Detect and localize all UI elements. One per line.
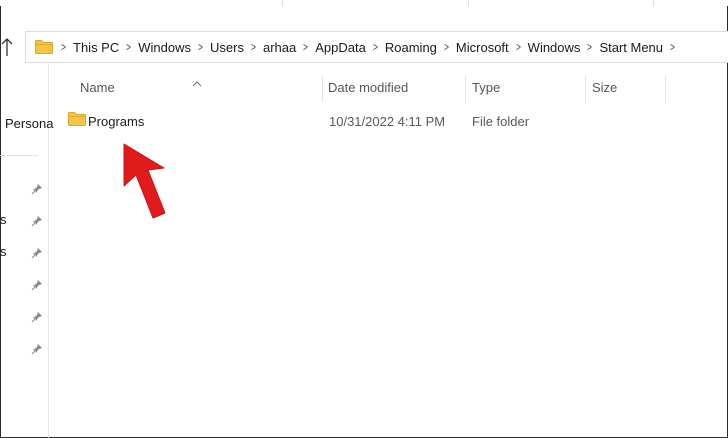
- breadcrumb-item[interactable]: Users: [204, 40, 250, 55]
- breadcrumb-item[interactable]: Microsoft: [450, 40, 515, 55]
- nav-item-truncated[interactable]: s: [0, 244, 7, 259]
- column-divider[interactable]: [665, 76, 666, 102]
- column-divider[interactable]: [585, 76, 586, 102]
- tab-divider: [468, 0, 469, 6]
- chevron-right-icon[interactable]: >: [670, 40, 675, 54]
- breadcrumb-item[interactable]: arhaa: [257, 40, 302, 55]
- file-date-modified: 10/31/2022 4:11 PM: [329, 114, 446, 129]
- file-row[interactable]: Programs 10/31/2022 4:11 PM File folder: [60, 108, 728, 134]
- column-header-date-modified[interactable]: Date modified: [328, 80, 408, 100]
- chevron-right-icon[interactable]: >: [61, 40, 66, 54]
- chevron-right-icon[interactable]: >: [587, 40, 592, 54]
- column-header-name[interactable]: Name: [80, 80, 115, 100]
- tab-divider: [653, 0, 654, 6]
- chevron-right-icon[interactable]: >: [126, 40, 131, 54]
- nav-item-truncated[interactable]: s: [0, 212, 7, 227]
- chevron-right-icon[interactable]: >: [373, 40, 378, 54]
- nav-item-personal[interactable]: Persona: [5, 116, 53, 131]
- pin-icon[interactable]: [31, 214, 43, 227]
- chevron-right-icon[interactable]: >: [198, 40, 203, 54]
- address-bar[interactable]: > This PC > Windows > Users > arhaa > Ap…: [25, 31, 728, 63]
- breadcrumb-item[interactable]: Start Menu: [593, 40, 669, 55]
- up-arrow-icon[interactable]: [0, 36, 16, 60]
- chevron-right-icon[interactable]: >: [444, 40, 449, 54]
- folder-icon: [68, 112, 86, 131]
- breadcrumb-item[interactable]: Windows: [132, 40, 197, 55]
- breadcrumb-item[interactable]: Roaming: [379, 40, 443, 55]
- breadcrumb-item[interactable]: AppData: [309, 40, 372, 55]
- pin-icon[interactable]: [31, 246, 43, 259]
- nav-divider: [0, 155, 38, 156]
- pin-icon[interactable]: [31, 342, 43, 355]
- column-divider[interactable]: [465, 76, 466, 102]
- pin-icon[interactable]: [31, 310, 43, 323]
- chevron-right-icon[interactable]: >: [303, 40, 308, 54]
- column-header-size[interactable]: Size: [592, 80, 617, 100]
- sort-ascending-icon: [192, 74, 202, 92]
- folder-icon: [35, 40, 53, 59]
- file-name[interactable]: Programs: [88, 114, 144, 129]
- breadcrumb: > This PC > Windows > Users > arhaa > Ap…: [60, 32, 676, 62]
- column-divider[interactable]: [322, 76, 323, 102]
- tab-divider: [282, 0, 283, 6]
- red-pointer-arrow-icon: [118, 140, 170, 229]
- chevron-right-icon[interactable]: >: [516, 40, 521, 54]
- tab-strip: [0, 0, 728, 6]
- column-header-type[interactable]: Type: [472, 80, 500, 100]
- chevron-right-icon[interactable]: >: [251, 40, 256, 54]
- explorer-window: [0, 0, 728, 438]
- pin-icon[interactable]: [31, 182, 43, 195]
- breadcrumb-item[interactable]: This PC: [67, 40, 125, 55]
- pin-icon[interactable]: [31, 278, 43, 291]
- breadcrumb-item[interactable]: Windows: [522, 40, 587, 55]
- file-type: File folder: [472, 114, 530, 129]
